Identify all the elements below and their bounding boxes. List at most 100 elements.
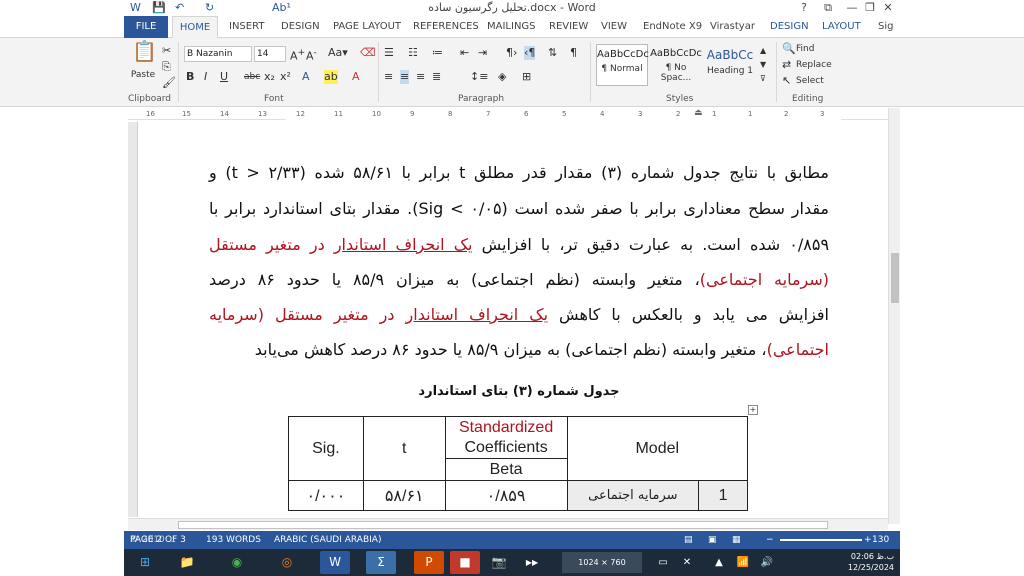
cut-icon[interactable]: ✂ [162, 44, 171, 58]
multilevel-list-icon[interactable]: ≔ [432, 46, 443, 60]
cell-t[interactable]: ۵۸/۶۱ [362, 480, 446, 511]
horizontal-ruler[interactable]: 16 15 14 13 12 11 10 9 8 7 6 5 4 3 2 1 1… [128, 108, 888, 120]
styles-scroll-up-icon[interactable]: ▲ [760, 44, 766, 58]
shading-icon[interactable]: ◈ [498, 70, 506, 84]
paragraph-line-3[interactable]: ۰/۸۵۹ شده است. به عبارت دقیق تر، با افزا… [209, 227, 829, 262]
start-icon[interactable]: ⊞ [130, 551, 160, 574]
borders-icon[interactable]: ⊞ [522, 70, 531, 84]
decrease-indent-icon[interactable]: ⇤ [460, 46, 469, 60]
style-heading-1[interactable]: AaBbCc Heading 1 [704, 44, 756, 86]
tab-sig[interactable]: Sig [878, 20, 893, 38]
paste-button[interactable]: Paste [128, 68, 158, 82]
vertical-scroll-thumb[interactable] [891, 253, 899, 303]
sort-icon[interactable]: ⇅ [548, 46, 557, 60]
find-icon[interactable]: 🔍 [782, 42, 796, 56]
ltr-icon[interactable]: ¶› [506, 46, 517, 60]
align-left-icon[interactable]: ≡ [384, 70, 393, 84]
text-effects-icon[interactable]: A [302, 70, 310, 84]
ribbon-options-button[interactable]: ⧉ [816, 0, 840, 16]
zoom-slider[interactable] [780, 539, 862, 541]
horizontal-scrollbar[interactable] [128, 518, 888, 530]
justify-icon[interactable]: ≣ [432, 70, 441, 84]
rtl-icon[interactable]: ‹¶ [524, 46, 536, 60]
font-size-combo[interactable]: 14 [254, 46, 286, 62]
tab-home[interactable]: HOME [172, 16, 218, 38]
tab-mailings[interactable]: MAILINGS [487, 20, 536, 38]
styles-more-icon[interactable]: ⊽ [760, 72, 766, 86]
numbering-icon[interactable]: ☷ [408, 46, 418, 60]
header-model[interactable]: Model [566, 416, 749, 481]
font-name-combo[interactable]: B Nazanin [184, 46, 252, 62]
record-icon[interactable]: ■ [450, 551, 480, 574]
language-indicator[interactable]: ARABIC (SAUDI ARABIA) [274, 531, 381, 549]
paragraph-line-5[interactable]: افزایش می یابد و بالعکس با کاهش یک انحرا… [209, 297, 829, 332]
tab-virastyar[interactable]: Virastyar [710, 20, 755, 38]
bullets-icon[interactable]: ☰ [384, 46, 394, 60]
explorer-icon[interactable]: 📁 [172, 551, 202, 574]
math-icon[interactable]: Σ [366, 551, 396, 574]
paste-icon[interactable]: 📋 [132, 41, 157, 70]
header-beta[interactable]: Beta [444, 458, 568, 481]
align-center-icon[interactable]: ≡ [400, 70, 410, 84]
bold-icon[interactable]: B [186, 70, 194, 84]
vertical-ruler[interactable] [128, 122, 138, 517]
header-sig[interactable]: Sig. [288, 416, 364, 481]
show-marks-icon[interactable]: ¶ [570, 46, 577, 60]
tab-view[interactable]: VIEW [601, 20, 627, 38]
select-icon[interactable]: ↖ [782, 74, 791, 88]
superscript-icon[interactable]: x² [280, 70, 291, 84]
word-count[interactable]: 193 WORDS [206, 531, 261, 549]
header-standardized-coefficients[interactable]: Standardized Coefficients [444, 416, 568, 459]
replace-icon[interactable]: ⇄ [782, 58, 791, 72]
table-move-handle-icon[interactable]: + [748, 405, 758, 415]
format-painter-icon[interactable]: 🖌 [162, 76, 176, 90]
shrink-font-icon[interactable]: A- [306, 46, 317, 64]
tab-table-design[interactable]: DESIGN [770, 20, 809, 38]
copy-icon[interactable]: ⎘ [162, 60, 171, 74]
recorder-icon[interactable]: ▶▶ [510, 551, 554, 574]
firefox-icon[interactable]: ◎ [272, 551, 302, 574]
resolution-display[interactable]: 1024 × 760 [562, 552, 642, 573]
cell-model-name[interactable]: سرمایه اجتماعی [566, 480, 700, 511]
word-taskbar-icon[interactable]: W [320, 551, 350, 574]
highlight-icon[interactable]: ab [324, 70, 338, 84]
paragraph-line-1[interactable]: مطابق با نتایج جدول شماره (۳) مقدار قدر … [209, 155, 829, 190]
style-no-spacing[interactable]: AaBbCcDc ¶ No Spac... [650, 44, 702, 86]
paragraph-line-4[interactable]: (سرمایه اجتماعی)، متغیر وابسته (نظم اجتم… [209, 262, 829, 297]
zoom-out-icon[interactable]: − [766, 531, 774, 549]
italic-icon[interactable]: I [204, 70, 207, 84]
tab-file[interactable]: FILE [124, 16, 168, 38]
line-spacing-icon[interactable]: ↕≡ [470, 70, 488, 84]
grow-font-icon[interactable]: A+ [290, 46, 305, 64]
find-button[interactable]: Find [796, 42, 814, 56]
tab-references[interactable]: REFERENCES [413, 20, 479, 38]
subscript-icon[interactable]: x₂ [264, 70, 275, 84]
tab-table-layout[interactable]: LAYOUT [822, 20, 861, 38]
paragraph-line-6[interactable]: اجتماعی)، متغیر وابسته (نظم اجتماعی) به … [209, 332, 829, 367]
font-color-icon[interactable]: A [352, 70, 360, 84]
zoom-in-icon[interactable]: + [864, 531, 872, 549]
close-button[interactable]: ✕ [876, 0, 900, 16]
tab-insert[interactable]: INSERT [229, 20, 264, 38]
help-button[interactable]: ? [792, 0, 816, 16]
cell-beta[interactable]: ۰/۸۵۹ [444, 480, 568, 511]
tab-review[interactable]: REVIEW [549, 20, 588, 38]
clear-formatting-icon[interactable]: ⌫ [360, 46, 376, 60]
header-t[interactable]: t [362, 416, 446, 481]
replace-button[interactable]: Replace [796, 58, 832, 72]
strikethrough-icon[interactable]: abc [244, 70, 260, 84]
paragraph-line-2[interactable]: مقدار سطح معناداری برابر با صفر شده است … [209, 191, 829, 226]
beta-table[interactable]: Sig. t Standardized Coefficients Model Be… [288, 416, 749, 511]
powerpoint-icon[interactable]: P [414, 551, 444, 574]
cell-row-number[interactable]: 1 [698, 480, 748, 511]
increase-indent-icon[interactable]: ⇥ [478, 46, 487, 60]
underline-icon[interactable]: U [220, 70, 228, 84]
tab-endnote[interactable]: EndNote X9 [643, 20, 702, 38]
web-layout-icon[interactable]: ▦ [732, 531, 741, 549]
indent-marker-icon[interactable]: ⏏ [694, 107, 703, 119]
tab-page-layout[interactable]: PAGE LAYOUT [333, 20, 401, 38]
styles-scroll-down-icon[interactable]: ▼ [760, 58, 766, 72]
print-layout-icon[interactable]: ▣ [708, 531, 717, 549]
close-recorder-icon[interactable]: ✕ [672, 551, 702, 574]
vertical-scrollbar[interactable] [888, 108, 900, 524]
